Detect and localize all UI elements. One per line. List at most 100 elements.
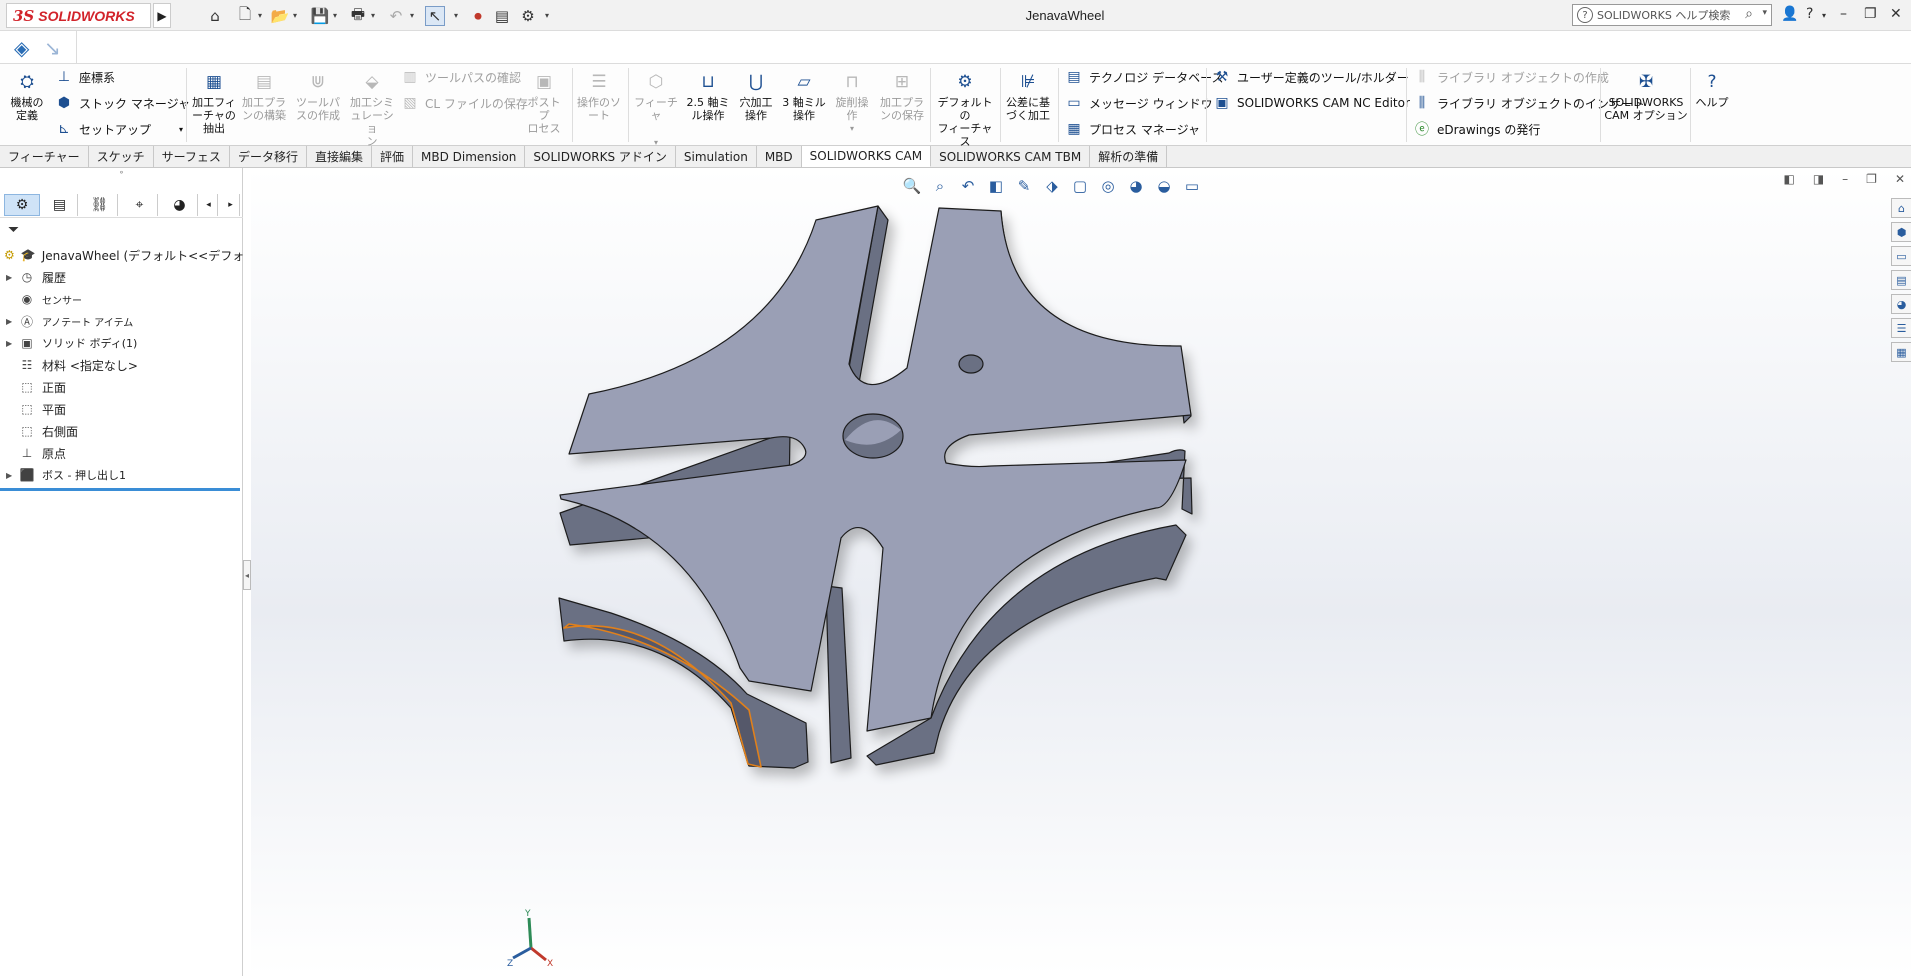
tree-item-material[interactable]: ☷ 材料 <指定なし>: [0, 354, 243, 376]
tree-item-right-plane[interactable]: ⬚ 右側面: [0, 420, 243, 442]
undo-dropdown-icon[interactable]: ▾: [410, 11, 414, 20]
appearances-icon[interactable]: ◕: [1891, 294, 1911, 314]
feature-manager-tab-icon[interactable]: ⚙: [4, 194, 40, 216]
tab-sketch[interactable]: スケッチ: [89, 146, 154, 167]
custom-properties-icon[interactable]: ☰: [1891, 318, 1911, 338]
generate-toolpath-button[interactable]: ⋓ ツールパ スの作成: [296, 70, 340, 122]
generate-plan-button[interactable]: ▤ 加工プラ ンの構築: [242, 70, 286, 122]
new-dropdown-icon[interactable]: ▾: [258, 11, 262, 20]
rollback-bar[interactable]: [0, 488, 240, 491]
tab-solidworks-cam[interactable]: SOLIDWORKS CAM: [801, 146, 932, 167]
restore-icon[interactable]: ❐: [1864, 6, 1877, 22]
tab-scroll-left-icon[interactable]: ◂: [200, 194, 218, 216]
nc-editor-button[interactable]: ▣ SOLIDWORKS CAM NC Editor: [1212, 94, 1410, 112]
solidworks-resources-icon[interactable]: ⌂: [1891, 198, 1911, 218]
forum-icon[interactable]: ▦: [1891, 342, 1911, 362]
panel-grip-handle[interactable]: ⚬: [0, 168, 243, 180]
step-toolpath-button[interactable]: ▥ ツールパスの確認: [400, 68, 521, 86]
tree-item-front-plane[interactable]: ⬚ 正面: [0, 376, 243, 398]
graphics-area[interactable]: 🔍 ⌕ ↶ ◧ ✎ ⬗ ▢ ◎ ◕ ◒ ▭ ◧ ◨ – ❐ ✕ ⌂ ⬢ ▭ ▤ …: [251, 168, 1911, 976]
view-palette-icon[interactable]: ▤: [1891, 270, 1911, 290]
menu-expand-arrow-icon[interactable]: ▶: [153, 3, 171, 28]
tab-analysis-prep[interactable]: 解析の準備: [1090, 146, 1168, 167]
coordinate-system-button[interactable]: ⊥ 座標系: [54, 68, 115, 86]
turn-operation-button[interactable]: ⊓ 旋削操 作 ▾: [830, 70, 874, 135]
tab-solidworks-cam-tbm[interactable]: SOLIDWORKS CAM TBM: [931, 146, 1091, 167]
search-icon[interactable]: ⌕: [1745, 6, 1753, 22]
dimxpert-tab-icon[interactable]: ⌖: [122, 194, 158, 216]
file-explorer-icon[interactable]: ▭: [1891, 246, 1911, 266]
hole-operation-button[interactable]: ⋃ 穴加工 操作: [734, 70, 778, 122]
help-dropdown-icon[interactable]: ▾: [1822, 11, 1826, 20]
configuration-manager-tab-icon[interactable]: ⛓: [82, 194, 118, 216]
tab-mbd-dimension[interactable]: MBD Dimension: [413, 146, 526, 167]
print-icon[interactable]: 🖶: [348, 5, 368, 26]
open-folder-icon[interactable]: 📂: [270, 6, 290, 26]
wheel-3d-model[interactable]: [251, 168, 1881, 976]
tab-data-migration[interactable]: データ移行: [230, 146, 307, 167]
search-dropdown-icon[interactable]: ▾: [1762, 8, 1767, 18]
tab-surfaces[interactable]: サーフェス: [154, 146, 230, 167]
options-gear-icon[interactable]: ⚙: [518, 6, 538, 26]
home-icon[interactable]: ⌂: [205, 6, 225, 26]
filter-icon[interactable]: ⏷: [8, 222, 19, 238]
tree-item-history[interactable]: ▶ ◷ 履歴: [0, 266, 243, 288]
cam-options-button[interactable]: ✠ SOLIDWORKS CAM オプション: [1604, 70, 1688, 122]
message-window-button[interactable]: ▭ メッセージ ウィンドウ: [1064, 94, 1212, 112]
display-manager-tab-icon[interactable]: ◕: [162, 194, 198, 216]
extract-features-button[interactable]: ▦ 加工フィ ーチャの 抽出: [192, 70, 236, 135]
small-hole[interactable]: [958, 354, 984, 374]
select-pointer-icon[interactable]: ↖: [425, 6, 445, 26]
feature-button[interactable]: ⬡ フィーチャ ▾: [632, 70, 680, 149]
user-defined-tool-button[interactable]: ⚒ ユーザー定義のツール/ホルダー: [1212, 68, 1409, 86]
save-plan-button[interactable]: ⊞ 加工プラ ンの保存: [878, 70, 926, 122]
tab-addins[interactable]: SOLIDWORKS アドイン: [525, 146, 676, 167]
setup-button[interactable]: ⊾ セットアップ ▾: [54, 120, 183, 138]
tree-item-origin[interactable]: ⊥ 原点: [0, 442, 243, 464]
options-dropdown-icon[interactable]: ▾: [545, 11, 549, 20]
tab-direct-editing[interactable]: 直接編集: [307, 146, 372, 167]
sort-operations-button[interactable]: ☰ 操作のソ ート: [576, 70, 622, 122]
minimize-icon[interactable]: –: [1840, 6, 1847, 22]
panel-splitter-handle[interactable]: ◂: [243, 560, 251, 590]
save-icon[interactable]: 💾: [310, 6, 330, 26]
tree-item-top-plane[interactable]: ⬚ 平面: [0, 398, 243, 420]
side-face[interactable]: [825, 585, 852, 764]
mill-3axis-button[interactable]: ▱ 3 軸ミル 操作: [782, 70, 826, 122]
define-machine-button[interactable]: ⛭ 機械の 定義: [8, 70, 46, 122]
create-library-object-button[interactable]: ⫼ ライブラリ オブジェクトの作成: [1412, 68, 1609, 86]
expand-arrow-icon[interactable]: ▶: [6, 317, 18, 326]
help-search-input[interactable]: ? SOLIDWORKS ヘルプ検索 ⌕ ▾: [1572, 4, 1772, 26]
viewport-close-icon[interactable]: ✕: [1895, 172, 1905, 186]
file-properties-icon[interactable]: ▤: [492, 6, 512, 26]
tolerance-machining-button[interactable]: ⊯ 公差に基 づく加工: [1004, 70, 1052, 122]
mill-25axis-button[interactable]: ⊔ 2.5 軸ミ ル操作: [686, 70, 730, 122]
tab-evaluate[interactable]: 評価: [372, 146, 413, 167]
user-account-icon[interactable]: 👤: [1781, 6, 1798, 22]
tree-item-solid-bodies[interactable]: ▶ ▣ ソリッド ボディ(1): [0, 332, 243, 354]
publish-edrawings-button[interactable]: ⓔ eDrawings の発行: [1412, 120, 1540, 138]
technology-database-button[interactable]: ▤ テクノロジ データベース: [1064, 68, 1223, 86]
part-body[interactable]: [558, 205, 1193, 769]
tab-simulation[interactable]: Simulation: [676, 146, 757, 167]
process-manager-button[interactable]: ▦ プロセス マネージャ: [1064, 120, 1200, 138]
turn-dropdown-icon[interactable]: ▾: [850, 122, 854, 135]
select-dropdown-icon[interactable]: ▾: [454, 11, 458, 20]
new-document-icon[interactable]: 🗋: [235, 5, 255, 26]
tab-mbd[interactable]: MBD: [757, 146, 802, 167]
print-dropdown-icon[interactable]: ▾: [371, 11, 375, 20]
tree-root[interactable]: ⚙ 🎓 JenavaWheel (デフォルト<<デフォルト>_表: [0, 244, 243, 266]
setup-dropdown-icon[interactable]: ▾: [179, 125, 183, 134]
rebuild-traffic-light-icon[interactable]: ⏺: [468, 6, 488, 26]
close-icon[interactable]: ✕: [1890, 6, 1902, 22]
design-library-icon[interactable]: ⬢: [1891, 222, 1911, 242]
post-process-button[interactable]: ▣ ポスト プ ロセス: [522, 70, 566, 135]
open-dropdown-icon[interactable]: ▾: [293, 11, 297, 20]
undo-icon[interactable]: ↶: [386, 6, 406, 26]
save-cl-file-button[interactable]: ▧ CL ファイルの保存: [400, 94, 528, 112]
tree-item-sensors[interactable]: ◉ センサー: [0, 288, 243, 310]
help-button[interactable]: ? ヘルプ: [1694, 70, 1730, 109]
tab-scroll-right-icon[interactable]: ▸: [222, 194, 240, 216]
expand-arrow-icon[interactable]: ▶: [6, 273, 18, 282]
tree-item-annotations[interactable]: ▶ Ⓐ アノテート アイテム: [0, 310, 243, 332]
